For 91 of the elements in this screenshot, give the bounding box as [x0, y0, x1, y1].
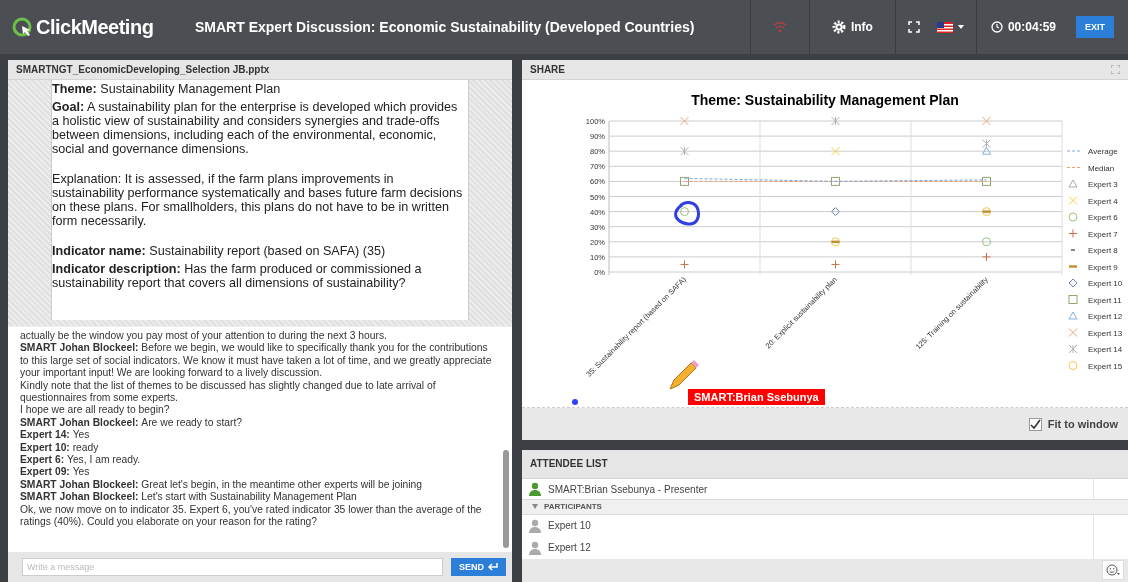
gear-icon: [831, 20, 846, 34]
meeting-title: SMART Expert Discussion: Economic Sustainability (Developed Countries): [195, 19, 696, 35]
data-marker: [1068, 361, 1078, 370]
data-marker: [831, 207, 840, 217]
data-marker: [831, 259, 840, 269]
info-button[interactable]: Info: [827, 16, 877, 38]
data-marker: [982, 252, 991, 262]
slide-paragraph: Theme: Sustainability Management Plan: [52, 82, 282, 96]
legend-label: Expert 12: [1088, 312, 1123, 321]
data-marker: [831, 176, 840, 186]
legend-label: Expert 14: [1088, 345, 1123, 354]
clock-icon: [990, 21, 1003, 33]
data-marker: [680, 259, 689, 269]
slide-paragraph: Indicator description: Has the farm produced or commissioned a sustainability report that covers all dimensions of sustainability?: [52, 262, 423, 290]
chat-message: Expert 09: Yes: [20, 466, 91, 479]
section-header[interactable]: PARTICIPANTS: [522, 499, 1128, 515]
data-marker: [680, 176, 689, 186]
data-marker: [1068, 212, 1078, 222]
chat-message: SMART Johan Blockeel: Before we begin, we would like to specifically thank you for the contributions to this large set of social indicators. We know it must have taken a lot of time, and we greatly appreciate your important input! We are looking forward to a lively discussion.: [20, 342, 493, 380]
logo-icon: [12, 17, 32, 37]
legend-label: Expert 10: [1088, 279, 1123, 288]
logo-text: ClickMeeting: [36, 15, 154, 39]
caret-icon[interactable]: [957, 25, 964, 29]
legend-label: Expert 7: [1088, 229, 1118, 239]
data-marker: [1068, 278, 1078, 288]
message-input[interactable]: Write a message: [22, 558, 443, 576]
file-name: SMARTNGT_EconomicDeveloping_Selection JB.pptx: [16, 64, 270, 75]
legend-label: Median: [1088, 163, 1115, 173]
chat-message: SMART Johan Blockeel: Are we ready to start?: [20, 416, 244, 430]
data-marker: [1068, 179, 1078, 188]
legend-label: Expert 13: [1088, 328, 1123, 338]
fit-to-window-checkbox[interactable]: Fit to window: [1028, 417, 1118, 431]
check-icon: [1029, 418, 1041, 430]
emoji-button[interactable]: [1102, 560, 1124, 581]
data-marker: [831, 116, 840, 126]
person-icon: [528, 518, 542, 533]
data-marker: [1068, 311, 1078, 320]
flag-icon[interactable]: [936, 21, 953, 33]
legend-label: Expert 4: [1088, 196, 1118, 206]
legend-label: Expert 11: [1088, 295, 1122, 305]
timer: 00:04:59: [1007, 20, 1056, 34]
chat-message: Kindly note that the list of themes to be discussed has slightly changed due to late arrival of questionnaires from some experts.: [20, 379, 437, 405]
slide-paragraph: Indicator name: Sustainability report (based on SAFA) (35): [52, 244, 387, 258]
data-marker: [1069, 265, 1077, 268]
pointer-dot: [572, 399, 578, 405]
chat-message: Ok, we now move on to indicator 35. Expert 6, you've rated indicator 35 lower than the average of the ratings (40%). Could you elaborate on your reason for the rating?: [20, 503, 483, 529]
slide-paragraph: Explanation: It is assessed, if the farm plans improvements in sustainability performance systematically and bases future farm decisions on these plans. For smallholders, this plans do not have to be in written form necessarily.: [52, 172, 464, 228]
data-marker: [982, 176, 991, 186]
chat-message: Expert 10: ready: [20, 441, 100, 455]
chat-message: actually be the window you pay most of your attention to during the next 3 hours.: [20, 330, 388, 343]
attendee-title: ATTENDEE LIST: [530, 458, 608, 470]
data-marker: [982, 237, 991, 247]
data-marker: [680, 146, 689, 156]
data-marker: [680, 207, 689, 217]
person-icon: [528, 482, 542, 497]
data-marker: [982, 146, 991, 155]
data-marker: [1068, 229, 1078, 238]
fullscreen-icon[interactable]: [907, 21, 920, 33]
pointer-label: SMART:Brian Ssebunya: [688, 389, 825, 405]
chat-message: SMART Johan Blockeel: Great let's begin, in the meantime other experts will be joining: [20, 478, 423, 492]
data-marker: [680, 116, 689, 126]
wifi-icon: [772, 21, 787, 33]
data-marker: [1068, 328, 1078, 337]
slide-paragraph: Goal: A sustainability plan for the enterprise is developed which provides a holistic view of sustainability and considers synergies and trade-offs between dimensions, including each of the environmental, economic, social and governance dimensions.: [52, 100, 459, 156]
legend-label: Expert 8: [1088, 246, 1118, 255]
legend-line: [1066, 167, 1083, 168]
data-marker: [1068, 295, 1078, 304]
triangle-icon: [532, 504, 538, 510]
share-title: SHARE: [530, 64, 565, 75]
data-marker: [1071, 249, 1075, 251]
person-icon: [528, 540, 542, 555]
legend-line: [1066, 150, 1083, 152]
legend-label: Average: [1088, 147, 1118, 156]
chart-title: Theme: Sustainability Management Plan: [691, 92, 959, 108]
data-marker: [982, 116, 991, 126]
enter-icon: [488, 563, 498, 571]
data-marker: [1068, 196, 1078, 205]
exit-button[interactable]: EXIT: [1076, 16, 1114, 38]
chat-message: I hope we are all ready to begin?: [20, 404, 171, 417]
chat-message: SMART Johan Blockeel: Let's start with Sustainability Management Plan: [20, 491, 358, 504]
pencil-icon: [669, 360, 699, 390]
legend-label: Expert 15: [1088, 361, 1123, 371]
legend-label: Expert 3: [1088, 180, 1118, 189]
chat-message: Expert 6: Yes, I am ready.: [20, 454, 142, 467]
legend-label: Expert 6: [1088, 213, 1118, 222]
chat-message: Expert 14: Yes: [20, 429, 91, 442]
data-marker: [982, 139, 991, 149]
send-button[interactable]: SEND: [451, 558, 506, 576]
data-marker: [831, 146, 840, 156]
data-marker: [1068, 344, 1078, 354]
legend-label: Expert 9: [1088, 262, 1118, 272]
